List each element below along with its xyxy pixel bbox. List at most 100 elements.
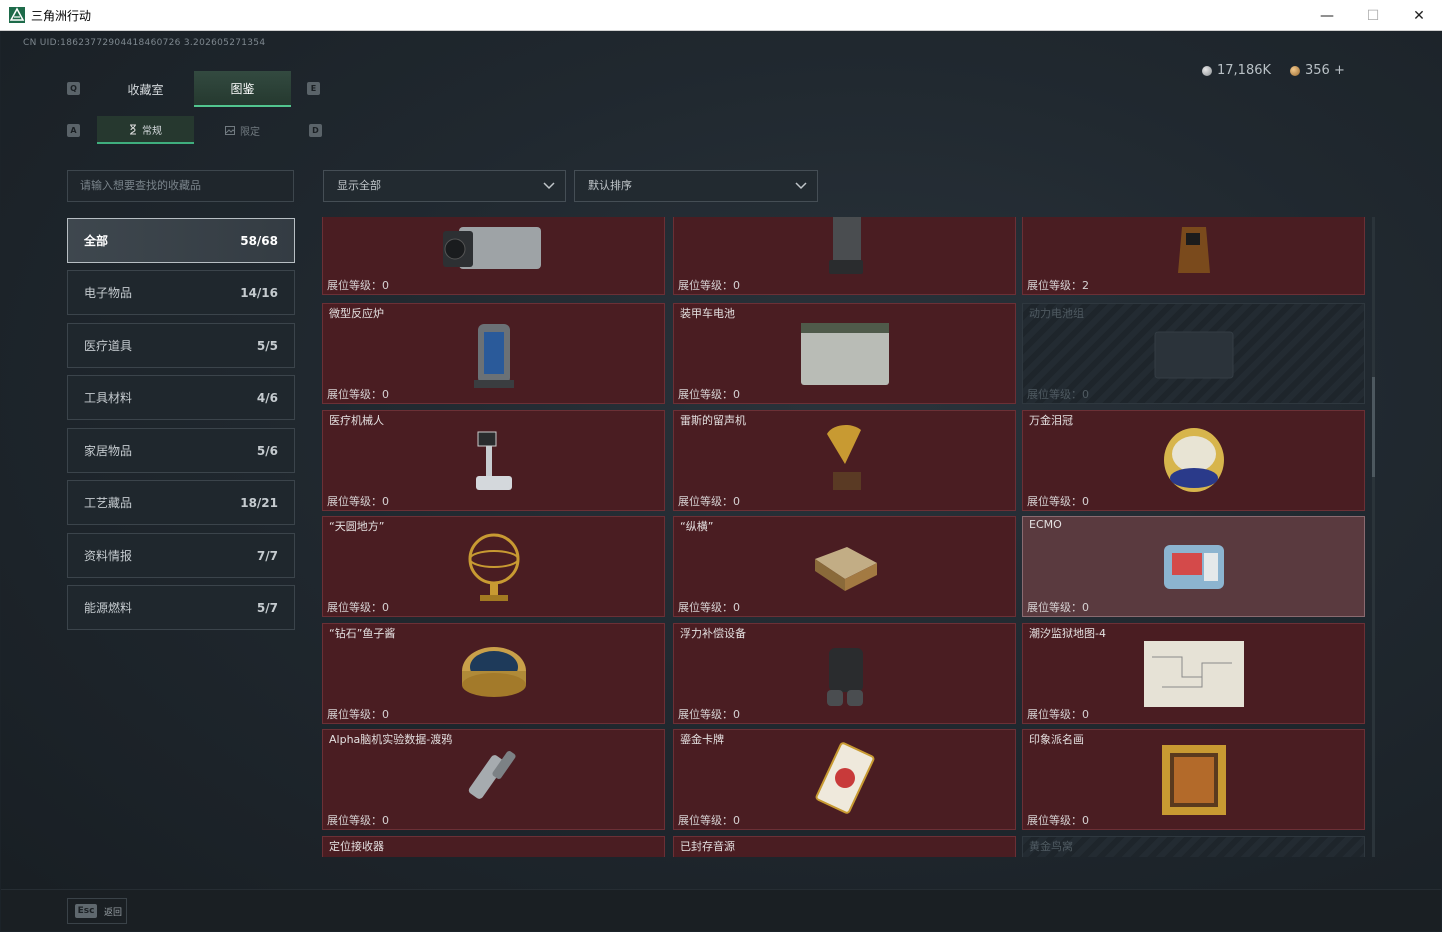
category-label: 工艺藏品 (84, 496, 133, 510)
category-household[interactable]: 家居物品 5/6 (67, 428, 295, 473)
search-input[interactable]: 请输入想要查找的收藏品 (67, 170, 294, 202)
subtab-limited[interactable]: 限定 (194, 116, 291, 144)
item-name: “钻石”鱼子酱 (329, 627, 396, 640)
medical-robot-item-icon (475, 431, 512, 490)
category-label: 资料情报 (84, 549, 133, 563)
silver-currency: 17,186K (1202, 63, 1271, 78)
item-name: 浮力补偿设备 (680, 627, 746, 640)
item-card-locked[interactable]: 动力电池组 展位等级：0 (1022, 303, 1365, 404)
window-titlebar: 三角洲行动 — ☐ ✕ (0, 0, 1442, 31)
category-count: 5/5 (256, 338, 278, 353)
item-card[interactable]: 装甲车电池 展位等级：0 (673, 303, 1016, 404)
item-name: 微型反应炉 (329, 307, 384, 320)
reactor-item-icon (473, 323, 514, 388)
grid-scrollbar-thumb[interactable] (1372, 377, 1375, 477)
subtab-limited-label: 限定 (240, 126, 260, 138)
sort-dropdown[interactable]: 默认排序 (574, 170, 818, 202)
key-hint-q: Q (67, 82, 80, 95)
gold-currency[interactable]: 356 + (1290, 63, 1345, 78)
silver-amount: 17,186K (1217, 63, 1272, 78)
item-card[interactable]: 雷斯的留声机 展位等级：0 (673, 410, 1016, 511)
ecmo-machine-item-icon (1163, 544, 1224, 589)
camera-item-icon (442, 226, 541, 269)
app-logo-icon (9, 7, 25, 23)
item-card[interactable]: 定位接收器 (322, 836, 665, 857)
item-card[interactable]: 潮汐监狱地图-4 展位等级：0 (1022, 623, 1365, 724)
subtab-regular[interactable]: 常规 (97, 116, 194, 144)
key-hint-a: A (67, 124, 80, 137)
gold-amount: 356 + (1305, 63, 1345, 78)
close-button[interactable]: ✕ (1396, 0, 1442, 31)
uid-label: CN UID:18623772904418460726 3.2026052713… (23, 38, 266, 48)
sort-value: 默认排序 (588, 179, 632, 192)
item-level: 展位等级：0 (327, 388, 389, 401)
item-card[interactable]: 展位等级：2 (1022, 217, 1365, 295)
category-label: 能源燃料 (84, 601, 133, 615)
footer-bar: Esc 返回 (1, 889, 1441, 931)
item-card[interactable]: 微型反应炉 展位等级：0 (322, 303, 665, 404)
bcd-vest-item-icon (826, 647, 863, 706)
category-count: 58/68 (240, 233, 278, 248)
item-card-locked[interactable]: 黄金鸟窝 (1022, 836, 1365, 857)
chevron-down-icon (543, 182, 555, 190)
category-count: 18/21 (240, 495, 278, 510)
item-card[interactable]: 印象派名画 展位等级：0 (1022, 729, 1365, 830)
item-name: “纵横” (680, 520, 714, 533)
item-level: 展位等级：0 (678, 388, 740, 401)
maximize-button[interactable]: ☐ (1350, 0, 1396, 31)
grid-scrollbar[interactable] (1372, 217, 1375, 857)
tab-collection-room[interactable]: 收藏室 (97, 71, 194, 107)
item-card[interactable]: “天圆地方” 展位等级：0 (322, 516, 665, 617)
item-card[interactable]: 展位等级：0 (322, 217, 665, 295)
category-all[interactable]: 全部 58/68 (67, 218, 295, 263)
minimize-button[interactable]: — (1304, 0, 1350, 31)
item-card[interactable]: Alpha脑机实验数据-渡鸦 展位等级：0 (322, 729, 665, 830)
item-name: ECMO (1029, 518, 1062, 531)
item-card[interactable]: 鎏金卡牌 展位等级：0 (673, 729, 1016, 830)
esc-key-hint: Esc (75, 904, 97, 918)
item-level: 展位等级：0 (1027, 708, 1089, 721)
item-level: 展位等级：0 (1027, 495, 1089, 508)
category-count: 5/7 (256, 600, 278, 615)
back-label: 返回 (104, 908, 123, 918)
prison-map-item-icon (1143, 640, 1244, 707)
item-card[interactable]: “纵横” 展位等级：0 (673, 516, 1016, 617)
category-energy[interactable]: 能源燃料 5/7 (67, 585, 295, 630)
silver-coin-icon (1202, 65, 1212, 76)
item-card[interactable]: 医疗机械人 展位等级：0 (322, 410, 665, 511)
vehicle-battery-item-icon (800, 322, 889, 385)
coffee-bag-item-icon (1177, 226, 1210, 273)
gilded-card-item-icon (815, 741, 874, 814)
category-tools[interactable]: 工具材料 4/6 (67, 375, 295, 420)
filter-show-value: 显示全部 (337, 179, 381, 192)
battery-pack-item-icon (1154, 331, 1233, 378)
item-card[interactable]: 已封存音源 (673, 836, 1016, 857)
category-crafts[interactable]: 工艺藏品 18/21 (67, 480, 295, 525)
item-level: 展位等级：0 (1027, 388, 1089, 401)
chevron-down-icon (795, 182, 807, 190)
armillary-sphere-item-icon (468, 533, 519, 601)
category-label: 全部 (84, 234, 109, 248)
category-medical[interactable]: 医疗道具 5/5 (67, 323, 295, 368)
category-label: 家居物品 (84, 444, 133, 458)
item-card[interactable]: 万金泪冠 展位等级：0 (1022, 410, 1365, 511)
category-intel[interactable]: 资料情报 7/7 (67, 533, 295, 578)
item-name: 已封存音源 (680, 840, 735, 853)
item-name: 动力电池组 (1029, 307, 1084, 320)
tab-codex[interactable]: 图鉴 (194, 71, 291, 107)
category-electronics[interactable]: 电子物品 14/16 (67, 270, 295, 315)
category-count: 14/16 (240, 285, 278, 300)
picture-icon (225, 125, 235, 135)
gold-coin-icon (1290, 65, 1300, 76)
filter-show-dropdown[interactable]: 显示全部 (323, 170, 566, 202)
item-card[interactable]: 浮力补偿设备 展位等级：0 (673, 623, 1016, 724)
item-level: 展位等级：0 (327, 601, 389, 614)
item-card-selected[interactable]: ECMO 展位等级：0 (1022, 516, 1365, 617)
item-card[interactable]: “钻石”鱼子酱 展位等级：0 (322, 623, 665, 724)
painting-item-icon (1161, 744, 1226, 815)
category-label: 医疗道具 (84, 339, 133, 353)
item-name: 万金泪冠 (1029, 414, 1073, 427)
chess-box-item-icon (814, 546, 877, 591)
item-card[interactable]: 展位等级：0 (673, 217, 1016, 295)
subtab-regular-label: 常规 (142, 125, 162, 137)
